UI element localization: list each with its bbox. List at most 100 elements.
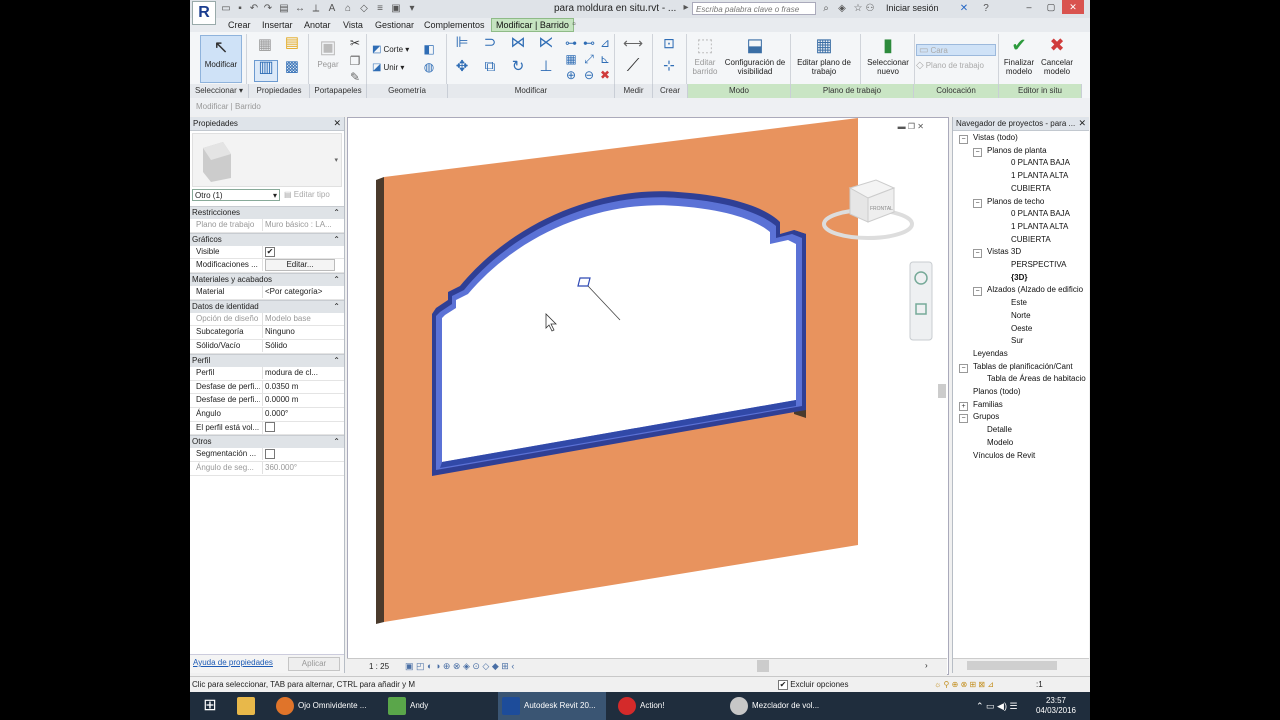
taskbar-item-volume-mixer[interactable]: Mezclador de vol... bbox=[726, 692, 832, 720]
taskbar-item-revit[interactable]: Autodesk Revit 20... bbox=[498, 692, 606, 720]
exchange-icon[interactable]: ✕ bbox=[958, 3, 970, 15]
collapse-icon[interactable]: − bbox=[973, 249, 982, 259]
browser-item[interactable]: Vínculos de Revit bbox=[973, 451, 1035, 460]
rotate-icon[interactable]: ↻ bbox=[508, 59, 528, 80]
text-icon[interactable]: A bbox=[326, 3, 338, 15]
taskbar-item-action[interactable]: Action! bbox=[614, 692, 718, 720]
browser-item[interactable]: Planos (todo) bbox=[973, 387, 1021, 396]
status-icons[interactable]: ☼ ⚲ ⊕ ⊗ ⊞ ⊠ ⊿ bbox=[934, 677, 994, 693]
modify-button[interactable]: ↖ Modificar bbox=[200, 35, 242, 83]
host-workplane-button[interactable]: ◇ Plano de trabajo bbox=[916, 60, 984, 71]
expand-icon[interactable]: + bbox=[959, 401, 968, 411]
offset-icon[interactable]: ⊃ bbox=[480, 35, 500, 54]
collapse-icon[interactable]: − bbox=[959, 135, 968, 144]
cut-icon[interactable]: ✂ bbox=[348, 36, 362, 50]
split-face-icon[interactable]: ◧ bbox=[422, 42, 436, 56]
edit-workplane-button[interactable]: ▦ Editar plano de trabajo bbox=[792, 34, 856, 76]
tab-gestionar[interactable]: Gestionar bbox=[375, 19, 414, 31]
visibility-settings-button[interactable]: ⬓ Configuración de visibilidad bbox=[722, 34, 788, 76]
properties-palette-icon[interactable]: ▤ bbox=[282, 35, 302, 56]
browser-scrollbar[interactable] bbox=[953, 658, 1089, 673]
signin-link[interactable]: Iniciar sesión bbox=[886, 3, 939, 13]
collapse-icon[interactable]: − bbox=[959, 363, 968, 373]
create-similar-icon[interactable]: ⊹ bbox=[660, 58, 678, 72]
undo-icon[interactable]: ↶ bbox=[248, 3, 260, 15]
collapse-icon[interactable]: ⌃ bbox=[333, 355, 340, 367]
property-checkbox[interactable] bbox=[265, 449, 275, 460]
redo-icon[interactable]: ↷ bbox=[262, 3, 274, 15]
extend-icon[interactable]: ⊾ bbox=[598, 52, 612, 66]
array-icon[interactable]: ▦ bbox=[564, 52, 578, 66]
property-group[interactable]: Materiales y acabados ⌃ bbox=[190, 273, 344, 287]
browser-item[interactable]: Modelo bbox=[987, 438, 1013, 447]
collapse-icon[interactable]: ⌃ bbox=[333, 234, 340, 246]
chevron-down-icon[interactable]: ▾ bbox=[334, 156, 338, 164]
move-icon[interactable]: ✥ bbox=[452, 59, 472, 80]
pin-icon[interactable]: ⊕ bbox=[564, 68, 578, 82]
type-catalog-icon[interactable]: ▩ bbox=[282, 59, 302, 80]
browser-item[interactable]: Familias bbox=[973, 400, 1003, 409]
browser-item[interactable]: Sur bbox=[1011, 336, 1023, 345]
save-icon[interactable]: ▪ bbox=[234, 3, 246, 15]
open-icon[interactable]: ▭ bbox=[220, 3, 232, 15]
browser-item[interactable]: Este bbox=[1011, 298, 1027, 307]
apply-button[interactable]: Aplicar bbox=[288, 657, 340, 671]
3d-viewport[interactable]: ▬ ❐ ✕ FRONTAL bbox=[347, 117, 949, 675]
property-value[interactable] bbox=[262, 448, 339, 461]
property-group[interactable]: Restricciones ⌃ bbox=[190, 206, 344, 219]
select-new-button[interactable]: ▮ Seleccionar nuevo bbox=[864, 34, 912, 76]
property-group[interactable]: Perfil ⌃ bbox=[190, 353, 344, 367]
property-value[interactable]: 0.000° bbox=[262, 407, 339, 420]
close-windows-icon[interactable]: ▣ bbox=[390, 3, 402, 15]
browser-item[interactable]: Oeste bbox=[1011, 324, 1032, 333]
split-gap-icon[interactable]: ⊷ bbox=[582, 36, 596, 50]
collapse-icon[interactable]: ⌃ bbox=[333, 274, 340, 286]
taskbar-item-firefox[interactable]: Ojo Omnividente ... bbox=[272, 692, 376, 720]
search-icon[interactable]: ⌕ bbox=[820, 3, 832, 15]
collapse-icon[interactable]: ⌃ bbox=[333, 207, 340, 219]
property-value[interactable]: Ninguno bbox=[262, 326, 339, 339]
host-face-button[interactable]: ▭ Cara bbox=[916, 44, 996, 56]
search-input[interactable]: Escriba palabra clave o frase bbox=[692, 2, 816, 15]
view-scale[interactable]: 1 : 25 bbox=[369, 662, 389, 671]
tray-icons[interactable]: ⌃ ▭ ◀) ☰ bbox=[976, 692, 1024, 720]
close-icon[interactable]: ✕ bbox=[333, 117, 341, 130]
collapse-icon[interactable]: ⌃ bbox=[333, 301, 340, 313]
taskbar-item-andy[interactable]: Andy bbox=[384, 692, 488, 720]
tab-complementos[interactable]: Complementos bbox=[424, 19, 485, 31]
property-value[interactable]: Sólido bbox=[262, 340, 339, 353]
collapse-icon[interactable]: − bbox=[973, 198, 982, 208]
print-icon[interactable]: ▤ bbox=[278, 3, 290, 15]
scroll-thumb[interactable] bbox=[967, 661, 1057, 670]
model-canvas[interactable]: FRONTAL bbox=[348, 118, 948, 674]
property-group[interactable]: Datos de identidad ⌃ bbox=[190, 299, 344, 313]
properties-icon[interactable]: ▥ bbox=[254, 60, 278, 82]
browser-item[interactable]: Norte bbox=[1011, 311, 1031, 320]
3d-view-icon[interactable]: ⌂ bbox=[342, 3, 354, 15]
cut-geometry-button[interactable]: ◩ Corte ▾ bbox=[372, 44, 409, 55]
finish-model-button[interactable]: ✔ Finalizar modelo bbox=[1000, 34, 1038, 76]
maximize-button[interactable]: ▢ bbox=[1040, 0, 1062, 14]
vertical-scrollbar[interactable] bbox=[938, 384, 946, 398]
property-value[interactable]: 0.0000 m bbox=[262, 394, 339, 407]
property-group[interactable]: Gráficos ⌃ bbox=[190, 232, 344, 246]
app-logo-button[interactable]: R bbox=[192, 1, 216, 25]
trim-icon[interactable]: ⊥ bbox=[536, 59, 556, 80]
browser-item[interactable]: Vistas 3D bbox=[987, 247, 1021, 256]
thin-lines-icon[interactable]: ≡ bbox=[374, 3, 386, 15]
browser-item[interactable]: Vistas (todo) bbox=[973, 133, 1018, 142]
paste-button[interactable]: ▣ Pegar bbox=[314, 36, 342, 69]
browser-item[interactable]: Detalle bbox=[987, 425, 1012, 434]
scale-icon[interactable]: ⤢ bbox=[582, 52, 596, 66]
align-icon[interactable]: ⊫ bbox=[452, 35, 472, 54]
property-value[interactable]: <Por categoría> bbox=[262, 286, 339, 299]
trim-multiple-icon[interactable]: ⊿ bbox=[598, 36, 612, 50]
tab-insertar[interactable]: Insertar bbox=[262, 19, 293, 31]
delete-icon[interactable]: ✖ bbox=[598, 68, 612, 82]
type-filter-select[interactable]: Otro (1) ▾ bbox=[192, 189, 280, 201]
viewcube-label[interactable]: FRONTAL bbox=[870, 206, 893, 212]
horizontal-scrollbar[interactable] bbox=[757, 660, 769, 672]
file-explorer-icon[interactable] bbox=[234, 692, 258, 720]
edit-overrides-button[interactable]: Editar... bbox=[265, 259, 335, 272]
clock[interactable]: 23:57 04/03/2016 bbox=[1030, 692, 1082, 720]
